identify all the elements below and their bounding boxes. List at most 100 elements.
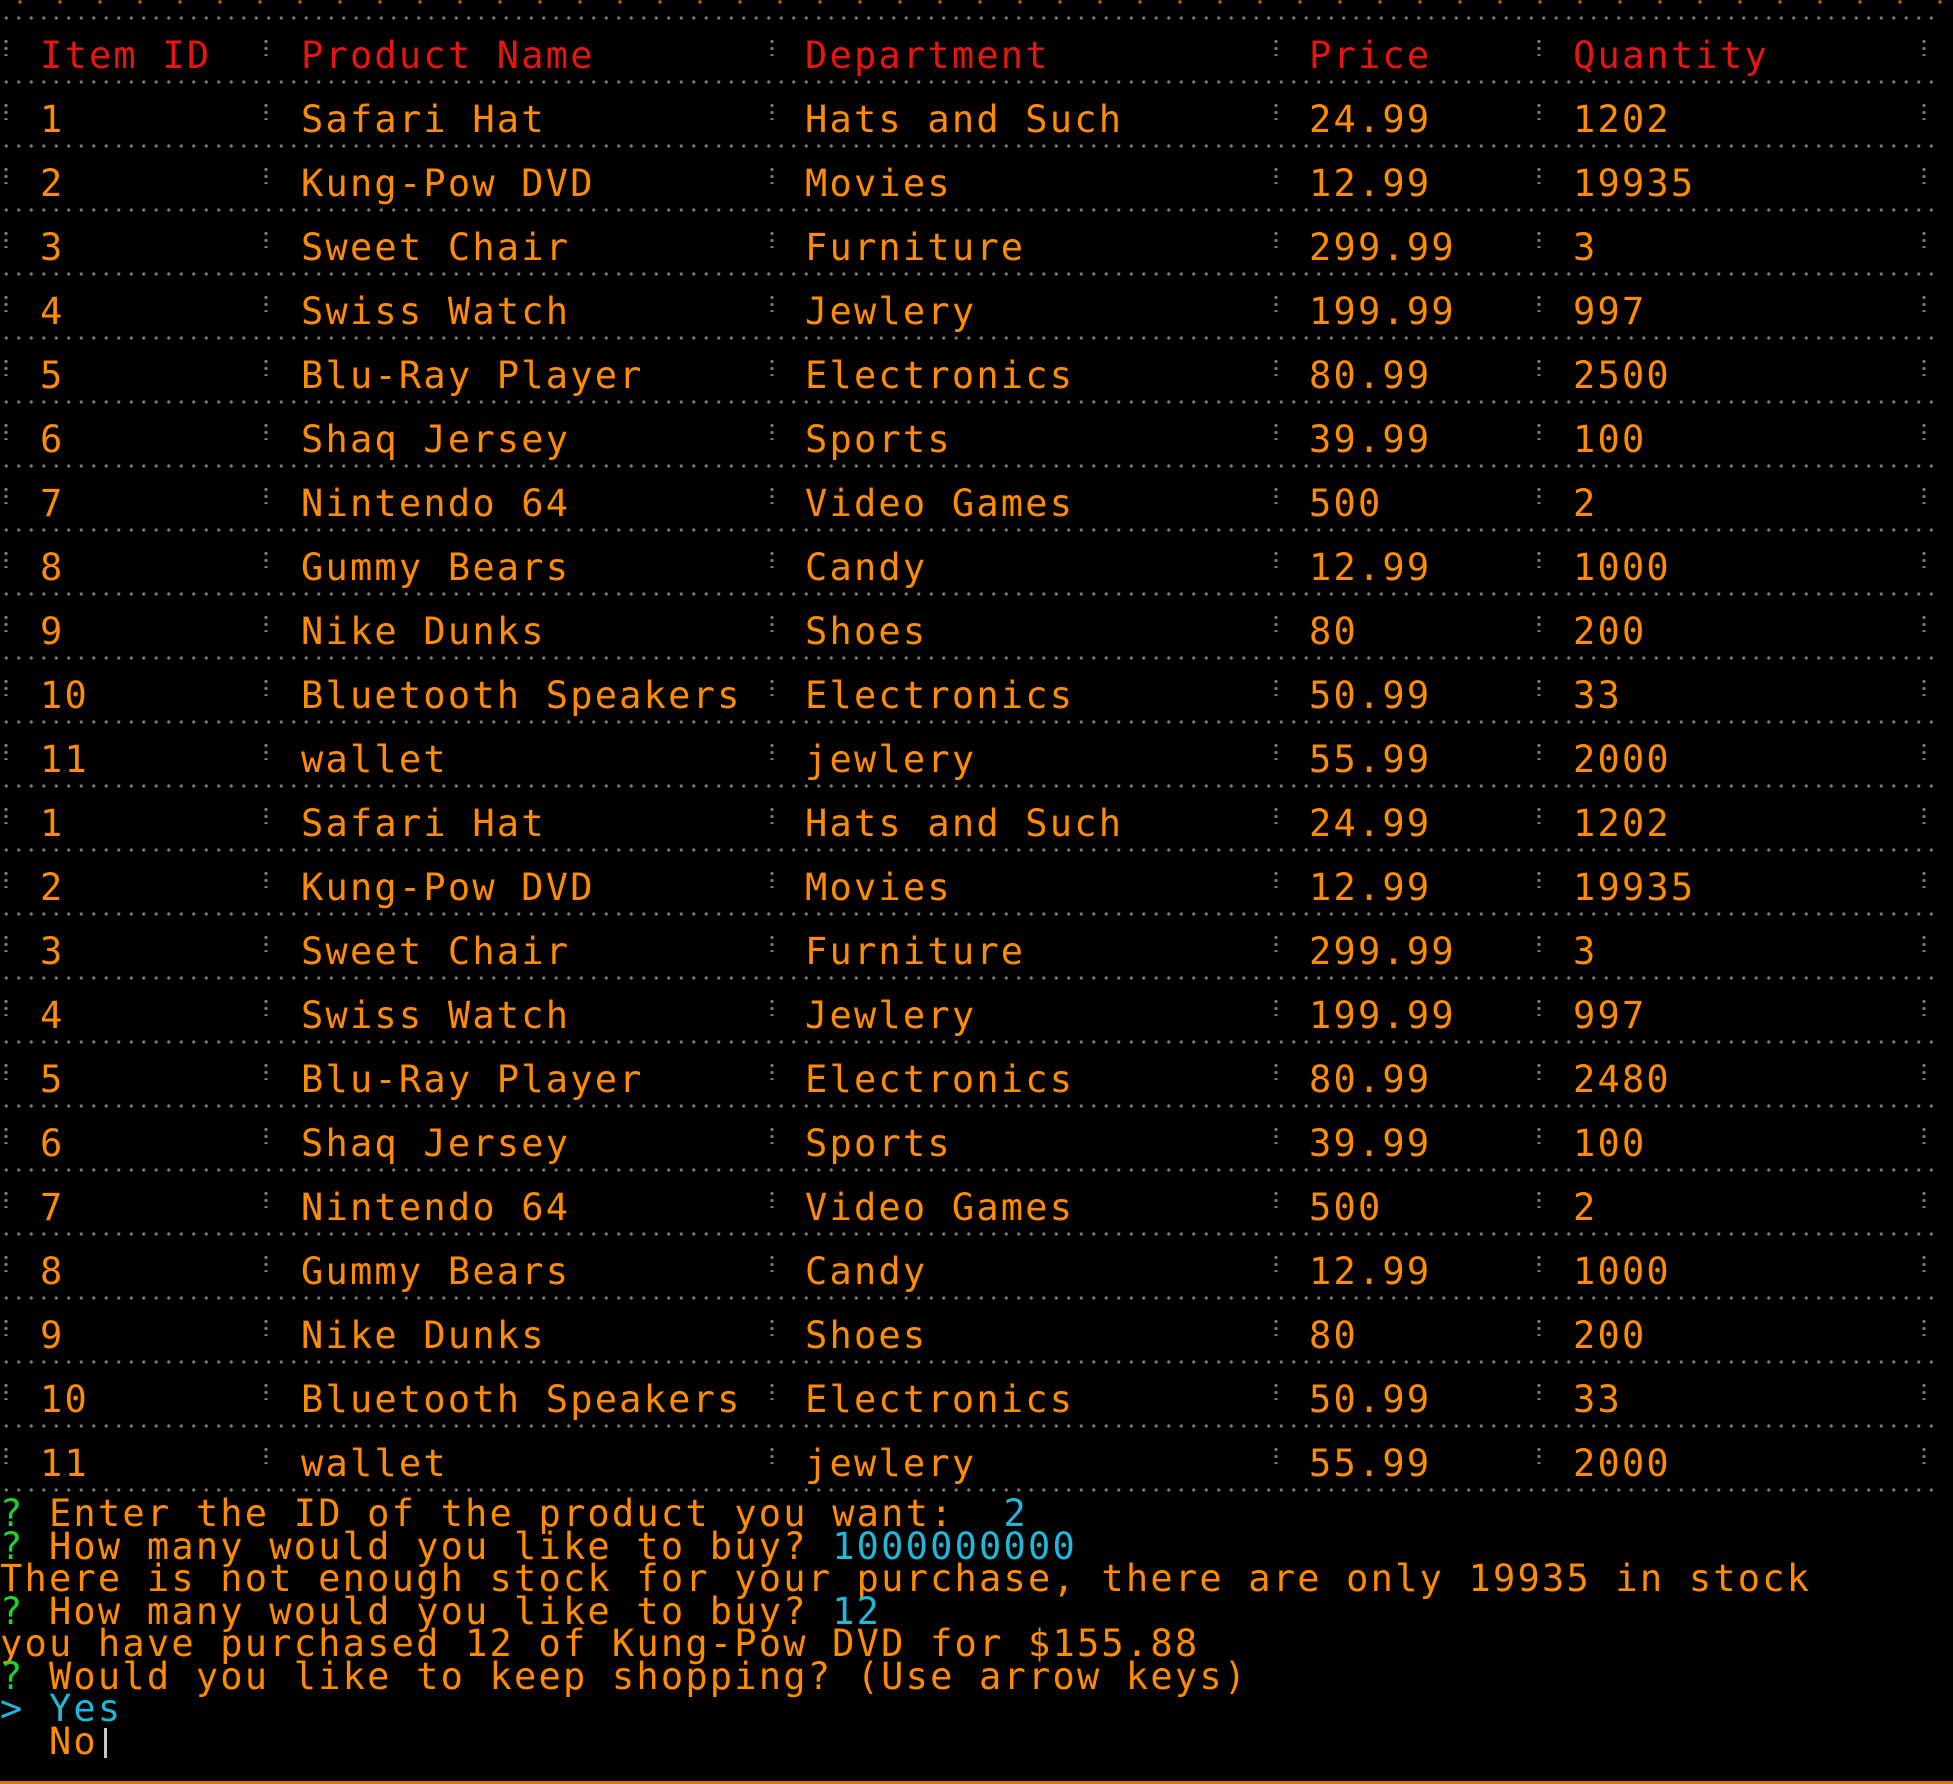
cell-product-name: Gummy Bears	[301, 1250, 571, 1293]
prompt-keep-shopping: ? Would you like to keep shopping? (Use …	[0, 1658, 1953, 1695]
choice-no[interactable]: No	[0, 1723, 1953, 1760]
cell-product-name: wallet	[301, 738, 448, 781]
cell-product-name: Safari Hat	[301, 98, 546, 141]
cell-quantity: 2480	[1573, 1058, 1671, 1101]
table-border-dots	[0, 846, 1940, 854]
cell-item-id: 3	[40, 930, 65, 973]
cell-quantity: 33	[1573, 674, 1622, 717]
cell-quantity: 2000	[1573, 738, 1671, 781]
cell-quantity: 2	[1573, 1186, 1598, 1229]
cell-quantity: 997	[1573, 994, 1647, 1037]
cell-item-id: 5	[40, 354, 65, 397]
cell-item-id: 5	[40, 1058, 65, 1101]
cell-product-name: Sweet Chair	[301, 226, 571, 269]
cell-department: Video Games	[805, 482, 1075, 525]
terminal-window: Item ID Product Name Department Price Qu…	[0, 0, 1953, 1784]
cell-quantity: 3	[1573, 226, 1598, 269]
table-body: 1 Safari Hat Hats and Such 24.99 1202 2 Kung-P…	[0, 78, 1940, 1502]
cell-price: 12.99	[1309, 866, 1432, 909]
cell-product-name: Kung-Pow DVD	[301, 866, 595, 909]
cell-product-name: Kung-Pow DVD	[301, 162, 595, 205]
cell-department: Sports	[805, 1122, 952, 1165]
cell-quantity: 1000	[1573, 546, 1671, 589]
cell-department: Electronics	[805, 354, 1075, 397]
cell-price: 199.99	[1309, 994, 1456, 1037]
cell-price: 80.99	[1309, 354, 1432, 397]
cell-quantity: 2000	[1573, 1442, 1671, 1485]
cell-price: 39.99	[1309, 1122, 1432, 1165]
table-row: 3 Sweet Chair Furniture 299.99 3	[0, 910, 1940, 980]
table-header-row: Item ID Product Name Department Price Qu…	[0, 14, 1940, 84]
table-border-dots	[0, 1038, 1940, 1046]
choice-no-label[interactable]: No	[0, 1720, 98, 1763]
cell-price: 80.99	[1309, 1058, 1432, 1101]
inquirer-prompt-area: ? Enter the ID of the product you want: …	[0, 1495, 1953, 1760]
table-row: 6 Shaq Jersey Sports 39.99 100	[0, 398, 1940, 468]
table-border-dots	[0, 974, 1940, 982]
cell-department: Furniture	[805, 226, 1026, 269]
table-border-dots	[0, 270, 1940, 278]
cell-price: 24.99	[1309, 98, 1432, 141]
cell-product-name: Nintendo 64	[301, 1186, 571, 1229]
table-border-dots	[0, 1102, 1940, 1110]
header-price: Price	[1309, 34, 1432, 77]
table-row: 3 Sweet Chair Furniture 299.99 3	[0, 206, 1940, 276]
header-item-id: Item ID	[40, 34, 212, 77]
table-border-dots	[0, 462, 1940, 470]
cell-item-id: 11	[40, 738, 89, 781]
cell-department: jewlery	[805, 1442, 977, 1485]
table-row: 4 Swiss Watch Jewlery 199.99 997	[0, 974, 1940, 1044]
choice-yes[interactable]: > Yes	[0, 1690, 1953, 1727]
cell-quantity: 2	[1573, 482, 1598, 525]
cell-department: Movies	[805, 162, 952, 205]
cell-quantity: 1000	[1573, 1250, 1671, 1293]
table-row: 8 Gummy Bears Candy 12.99 1000	[0, 1230, 1940, 1300]
table-border-dots	[0, 718, 1940, 726]
cell-item-id: 3	[40, 226, 65, 269]
header-product-name: Product Name	[301, 34, 595, 77]
cell-price: 80	[1309, 1314, 1358, 1357]
products-table: Item ID Product Name Department Price Qu…	[0, 0, 1940, 1502]
cell-price: 12.99	[1309, 546, 1432, 589]
cell-item-id: 10	[40, 674, 89, 717]
cell-department: Sports	[805, 418, 952, 461]
table-row: 11 wallet jewlery 55.99 2000	[0, 1422, 1940, 1492]
table-row: 5 Blu-Ray Player Electronics 80.99 2500	[0, 334, 1940, 404]
table-row: 1 Safari Hat Hats and Such 24.99 1202	[0, 78, 1940, 148]
cell-department: Video Games	[805, 1186, 1075, 1229]
table-border-dots	[0, 526, 1940, 534]
cell-product-name: Blu-Ray Player	[301, 354, 644, 397]
cell-department: Jewlery	[805, 290, 977, 333]
table-border-dots	[0, 142, 1940, 150]
table-row: 7 Nintendo 64 Video Games 500 2	[0, 462, 1940, 532]
cell-quantity: 1202	[1573, 98, 1671, 141]
cell-item-id: 9	[40, 1314, 65, 1357]
cell-product-name: Nike Dunks	[301, 1314, 546, 1357]
table-border-dots	[0, 1230, 1940, 1238]
cell-product-name: Shaq Jersey	[301, 1122, 571, 1165]
table-border-dots	[0, 78, 1940, 86]
cell-department: Candy	[805, 1250, 928, 1293]
cell-product-name: Sweet Chair	[301, 930, 571, 973]
cell-price: 39.99	[1309, 418, 1432, 461]
cell-product-name: wallet	[301, 1442, 448, 1485]
cell-item-id: 6	[40, 1122, 65, 1165]
table-row: 6 Shaq Jersey Sports 39.99 100	[0, 1102, 1940, 1172]
table-row: 10 Bluetooth Speakers Electronics 50.99 33	[0, 1358, 1940, 1428]
cell-price: 50.99	[1309, 674, 1432, 717]
cell-price: 199.99	[1309, 290, 1456, 333]
text-cursor	[103, 1728, 107, 1758]
table-row: 4 Swiss Watch Jewlery 199.99 997	[0, 270, 1940, 340]
cell-item-id: 1	[40, 802, 65, 845]
cell-product-name: Safari Hat	[301, 802, 546, 845]
table-border-dots	[0, 782, 1940, 790]
table-row: 9 Nike Dunks Shoes 80 200	[0, 1294, 1940, 1364]
cell-department: Shoes	[805, 1314, 928, 1357]
cell-department: Electronics	[805, 1058, 1075, 1101]
cell-department: Furniture	[805, 930, 1026, 973]
cell-item-id: 2	[40, 162, 65, 205]
cell-price: 299.99	[1309, 930, 1456, 973]
table-border-dots	[0, 1166, 1940, 1174]
prompt-text: Would you like to keep shopping? (Use ar…	[24, 1654, 1249, 1698]
cell-item-id: 2	[40, 866, 65, 909]
